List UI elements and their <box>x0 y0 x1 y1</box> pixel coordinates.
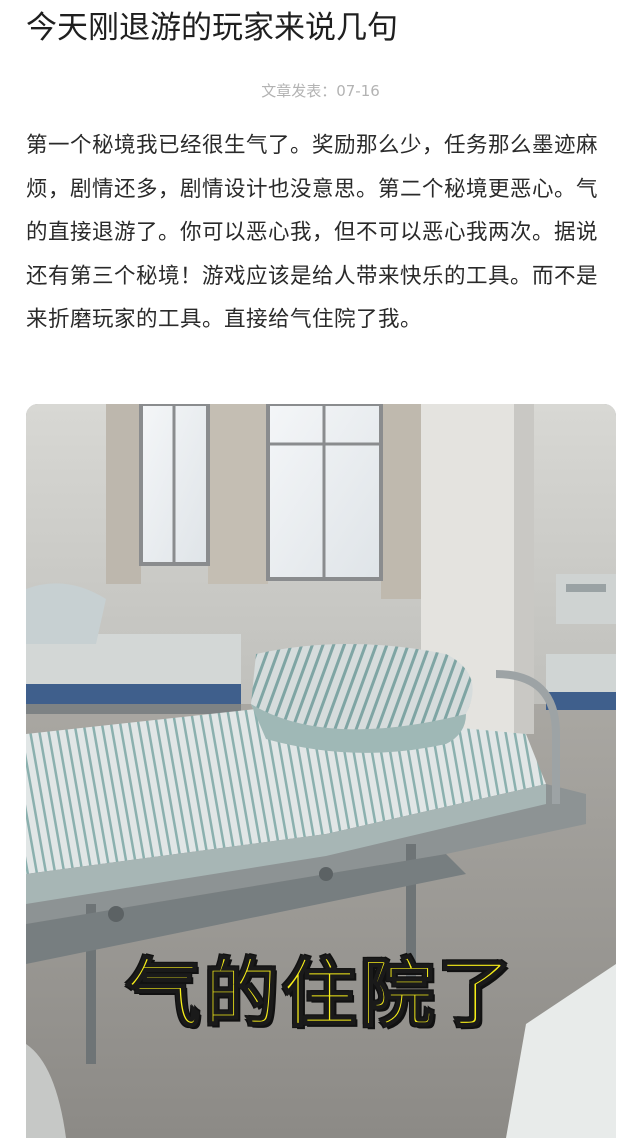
article-body: 第一个秘境我已经很生气了。奖励那么少，任务那么墨迹麻烦，剧情还多，剧情设计也没意… <box>26 133 599 332</box>
photo-caption: 气的住院了 <box>125 950 516 1038</box>
hospital-room-photo: 气的住院了 <box>26 404 616 1138</box>
publish-date: 文章发表：07-16 <box>261 82 380 100</box>
article-title: 今天刚退游的玩家来说几句 <box>26 10 398 46</box>
